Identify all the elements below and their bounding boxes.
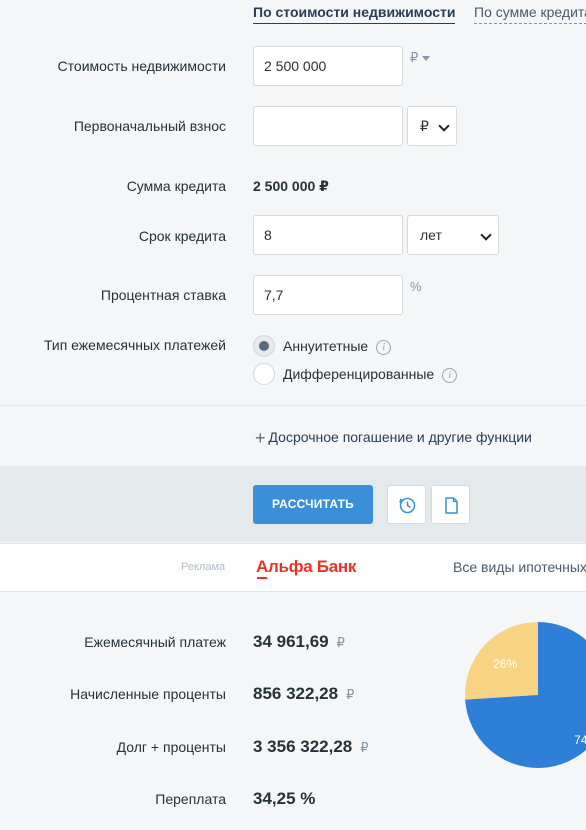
- info-icon[interactable]: i: [442, 367, 458, 383]
- payment-type-label: Тип ежемесячных платежей: [43, 337, 226, 353]
- property-cost-currency-dropdown[interactable]: ₽: [410, 50, 431, 66]
- info-icon[interactable]: i: [376, 339, 392, 355]
- schedule-button[interactable]: [387, 485, 426, 524]
- early-repayment-label: Досрочное погашение и другие функции: [268, 429, 532, 445]
- logo-underline: [257, 577, 267, 579]
- interest-label: Начисленные проценты: [70, 686, 226, 702]
- property-cost-input[interactable]: 2 500 000: [253, 46, 403, 86]
- down-payment-label: Первоначальный взнос: [73, 118, 226, 134]
- term-unit-value: лет: [420, 227, 442, 243]
- currency-sign: ₽: [360, 740, 369, 755]
- calculate-button[interactable]: РАССЧИТАТЬ: [253, 485, 373, 524]
- rate-label: Процентная ставка: [100, 287, 226, 303]
- chevron-down-icon: [438, 120, 450, 132]
- currency-sign: ₽: [410, 50, 419, 65]
- down-payment-unit-value: ₽: [420, 118, 429, 134]
- total-value: 3 356 322,28 ₽: [253, 737, 369, 757]
- interest-amount: 856 322,28: [253, 684, 339, 703]
- annuity-radio[interactable]: [253, 335, 275, 357]
- term-input[interactable]: 8: [253, 215, 403, 255]
- term-unit-select[interactable]: лет: [407, 215, 499, 255]
- annuity-option[interactable]: Аннуитетные i: [283, 338, 392, 355]
- alfa-bank-logo[interactable]: Альфа Банк: [256, 557, 357, 579]
- currency-sign: ₽: [346, 687, 355, 702]
- section-divider: [0, 405, 586, 406]
- loan-sum-value: 2 500 000 ₽: [253, 178, 329, 194]
- term-label: Срок кредита: [138, 228, 226, 244]
- plus-icon: +: [255, 428, 266, 448]
- ad-label: Реклама: [181, 561, 226, 573]
- currency-sign: ₽: [336, 635, 345, 650]
- calc-mode-tabs: По стоимости недвижимости По сумме креди…: [0, 0, 586, 30]
- brand-name: Альфа Банк: [256, 557, 357, 576]
- early-repayment-link[interactable]: + Досрочное погашение и другие функции: [255, 428, 532, 449]
- differentiated-radio[interactable]: [253, 363, 275, 385]
- interest-value: 856 322,28 ₽: [253, 684, 354, 704]
- caret-down-icon: [422, 56, 431, 62]
- annuity-label: Аннуитетные: [283, 338, 369, 354]
- chevron-down-icon: [480, 229, 492, 241]
- monthly-payment-value: 34 961,69 ₽: [253, 632, 345, 652]
- differentiated-option[interactable]: Дифференцированные i: [283, 366, 458, 383]
- interest-pie-chart: 26% 74%: [465, 622, 586, 768]
- monthly-payment-amount: 34 961,69: [253, 632, 329, 651]
- down-payment-input[interactable]: [253, 106, 403, 146]
- document-icon: [445, 497, 458, 514]
- document-button[interactable]: [431, 485, 470, 524]
- rate-unit: %: [410, 279, 422, 294]
- tab-by-property-cost[interactable]: По стоимости недвижимости: [253, 4, 456, 24]
- property-cost-label: Стоимость недвижимости: [57, 58, 226, 74]
- down-payment-unit-select[interactable]: ₽: [407, 106, 457, 146]
- overpayment-label: Переплата: [155, 791, 226, 807]
- overpayment-value: 34,25 %: [253, 789, 316, 808]
- total-amount: 3 356 322,28: [253, 737, 353, 756]
- ad-link[interactable]: Все виды ипотечных: [453, 559, 586, 575]
- tab-by-loan-sum[interactable]: По сумме кредита: [474, 4, 586, 24]
- total-label: Долг + проценты: [116, 739, 226, 755]
- clock-icon: [399, 497, 416, 514]
- pie-slice-label-1: 26%: [493, 657, 517, 671]
- loan-sum-label: Сумма кредита: [126, 178, 226, 194]
- differentiated-label: Дифференцированные: [283, 366, 435, 382]
- pie-slice-label-2: 74%: [574, 733, 586, 747]
- rate-input[interactable]: 7,7: [253, 275, 403, 315]
- monthly-payment-label: Ежемесячный платеж: [84, 634, 226, 650]
